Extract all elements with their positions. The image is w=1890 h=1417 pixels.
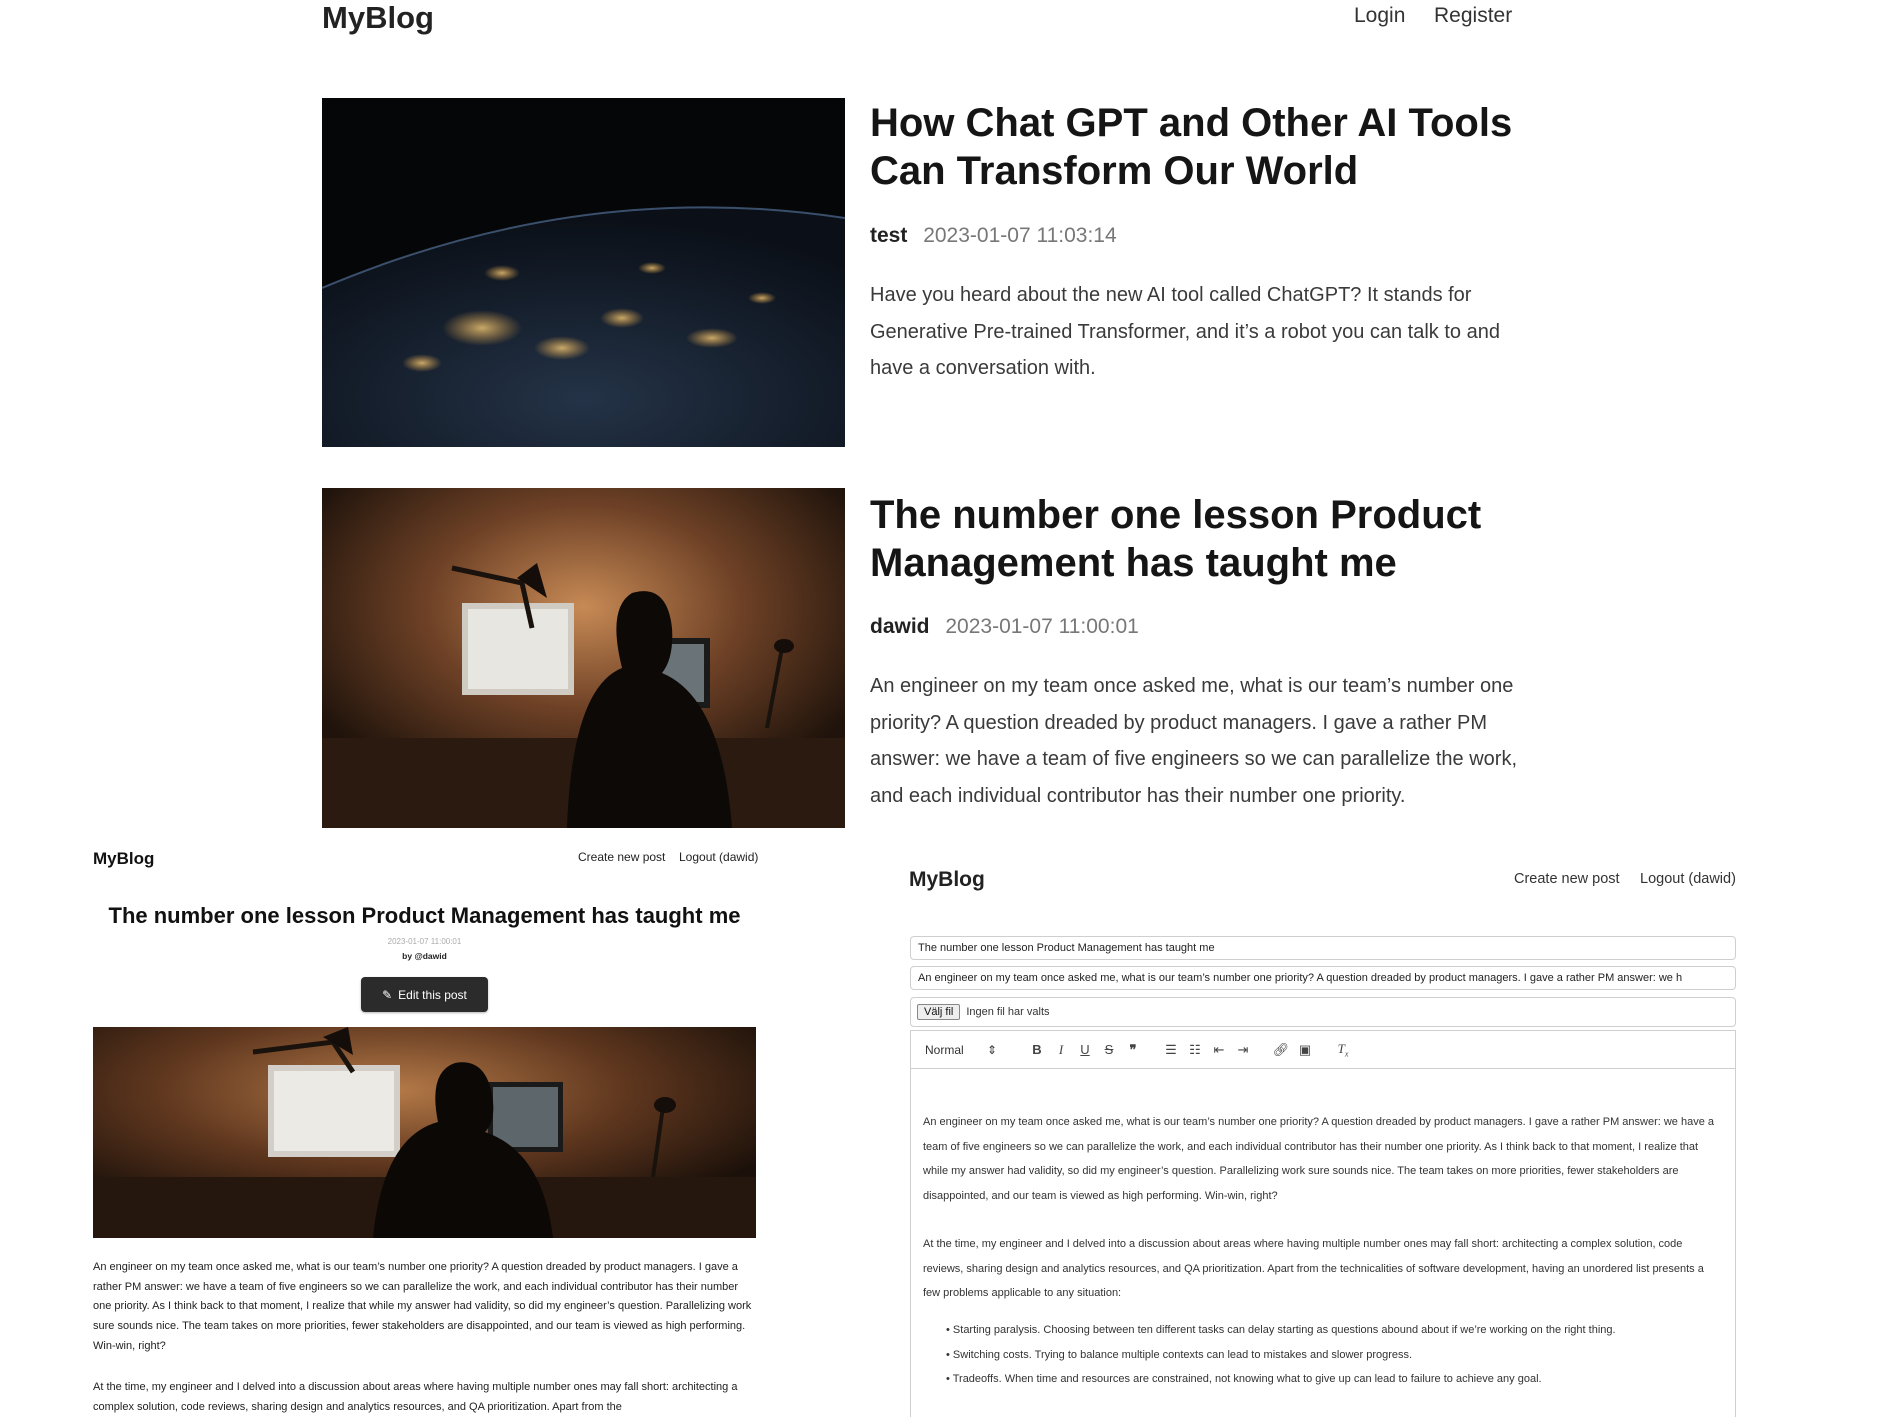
blog-list-screen: MyBlog Login Register How Chat GPT and O…: [0, 0, 1890, 830]
person-at-desk-image: [93, 1027, 756, 1238]
bold-icon[interactable]: B: [1025, 1042, 1049, 1057]
editor-paragraph: At the time, my engineer and I delved in…: [923, 1238, 1704, 1299]
clear-formatting-icon[interactable]: Tx: [1331, 1041, 1355, 1059]
post-date: 2023-01-07 11:00:01: [387, 937, 462, 946]
image-file-input[interactable]: Välj fil Ingen fil har valts: [910, 997, 1736, 1027]
editor-toolbar: Normal ⇕ B I U S ❞ ☰ ☷ ⇤ ⇥ 🔗︎ ▣ Tx: [910, 1030, 1736, 1068]
post-view-screen: MyBlog Create new post Logout (dawid) Th…: [0, 830, 900, 1417]
post-body-paragraph: At the time, my engineer and I delved in…: [93, 1381, 738, 1413]
post-cover-image: [93, 1027, 756, 1238]
post-author: dawid: [870, 615, 930, 638]
logout-link[interactable]: Logout (dawid): [679, 850, 758, 864]
post-title-link[interactable]: How Chat GPT and Other AI Tools Can Tran…: [870, 99, 1530, 195]
blockquote-icon[interactable]: ❞: [1121, 1042, 1145, 1058]
strikethrough-icon[interactable]: S: [1097, 1042, 1121, 1057]
underline-icon[interactable]: U: [1073, 1042, 1097, 1057]
post-thumbnail-desk[interactable]: [322, 488, 845, 828]
post-editor-screen: MyBlog Create new post Logout (dawid) Th…: [900, 830, 1890, 1417]
post-meta: test 2023-01-07 11:03:14: [870, 224, 1117, 248]
select-arrows-icon: ⇕: [986, 1042, 997, 1057]
editor-list-item: • Tradeoffs. When time and resources are…: [946, 1373, 1542, 1385]
post-thumbnail-earth[interactable]: [322, 98, 845, 447]
post-author: test: [870, 224, 908, 247]
editor-list-item: • Switching costs. Trying to balance mul…: [946, 1349, 1413, 1361]
post-summary: An engineer on my team once asked me, wh…: [870, 675, 1518, 807]
editor-paragraph: An engineer on my team once asked me, wh…: [923, 1116, 1715, 1202]
edit-icon: ✎: [382, 987, 393, 1002]
post-meta: dawid 2023-01-07 11:00:01: [870, 615, 1139, 639]
edit-post-button[interactable]: ✎ Edit this post: [361, 977, 488, 1012]
choose-file-button[interactable]: Välj fil: [917, 1004, 961, 1020]
earth-at-night-image: [322, 98, 845, 447]
register-link[interactable]: Register: [1434, 4, 1512, 28]
post-title: The number one lesson Product Management…: [108, 903, 741, 928]
edit-post-label: Edit this post: [398, 987, 467, 1002]
title-input[interactable]: The number one lesson Product Management…: [910, 936, 1736, 960]
post-body-paragraph: An engineer on my team once asked me, wh…: [93, 1261, 752, 1352]
logout-link[interactable]: Logout (dawid): [1640, 871, 1736, 887]
site-logo[interactable]: MyBlog: [909, 868, 985, 892]
post-summary: Have you heard about the new AI tool cal…: [870, 284, 1500, 379]
file-status-text: Ingen fil har valts: [966, 1006, 1050, 1018]
person-at-desk-image: [322, 488, 845, 828]
create-post-link[interactable]: Create new post: [578, 850, 665, 864]
editor-list-item: • Starting paralysis. Choosing between t…: [946, 1324, 1616, 1336]
image-icon[interactable]: ▣: [1293, 1042, 1317, 1058]
list-item-text: Starting paralysis. Choosing between ten…: [952, 1324, 1616, 1336]
post-date: 2023-01-07 11:00:01: [945, 615, 1139, 638]
site-logo[interactable]: MyBlog: [93, 849, 154, 869]
summary-input[interactable]: An engineer on my team once asked me, wh…: [910, 966, 1736, 990]
site-logo[interactable]: MyBlog: [322, 0, 434, 36]
list-item-text: Tradeoffs. When time and resources are c…: [952, 1373, 1542, 1385]
login-link[interactable]: Login: [1354, 4, 1405, 28]
italic-icon[interactable]: I: [1049, 1042, 1073, 1058]
list-item-text: Switching costs. Trying to balance multi…: [952, 1349, 1413, 1361]
post-title-link[interactable]: The number one lesson Product Management…: [870, 491, 1530, 587]
create-post-link[interactable]: Create new post: [1514, 871, 1620, 887]
indent-icon[interactable]: ⇥: [1231, 1042, 1255, 1058]
post-byline: by @dawid: [402, 951, 447, 961]
format-select-value: Normal: [925, 1042, 964, 1057]
post-date: 2023-01-07 11:03:14: [923, 224, 1117, 247]
link-icon[interactable]: 🔗︎: [1269, 1042, 1293, 1058]
bullet-list-icon[interactable]: ☷: [1183, 1042, 1207, 1058]
format-select[interactable]: Normal ⇕: [925, 1043, 997, 1057]
outdent-icon[interactable]: ⇤: [1207, 1042, 1231, 1058]
ordered-list-icon[interactable]: ☰: [1159, 1042, 1183, 1058]
